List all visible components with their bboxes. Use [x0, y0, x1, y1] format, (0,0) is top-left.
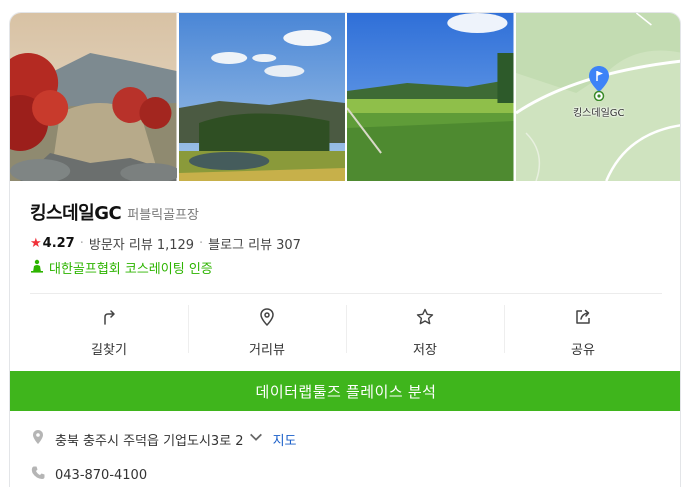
share-label: 공유: [571, 343, 595, 358]
separator-dot: ·: [199, 236, 204, 251]
directions-label: 길찾기: [91, 343, 127, 358]
street-view-label: 거리뷰: [249, 343, 285, 358]
location-map[interactable]: 킹스데일GC: [515, 13, 680, 181]
golfer-icon: [30, 259, 44, 277]
blog-reviews-count: 307: [276, 238, 301, 253]
red-foliage-photo[interactable]: [10, 13, 177, 181]
address-pin-icon: [30, 429, 55, 449]
certification-row[interactable]: 대한골프협회 코스레이팅 인증: [30, 258, 213, 277]
rating-row: ★ 4.27 · 방문자 리뷰 1,129 · 블로그 리뷰 307: [30, 234, 301, 253]
fairway-photo[interactable]: [347, 13, 514, 181]
star-icon: ★: [30, 236, 42, 251]
chevron-down-icon[interactable]: [244, 429, 273, 449]
action-bar: 길찾기 거리뷰 저장 공유: [30, 295, 662, 367]
directions-button[interactable]: 길찾기: [30, 295, 188, 367]
blog-reviews-link[interactable]: 블로그 리뷰 307: [208, 234, 301, 253]
place-category: 퍼블릭골프장: [127, 208, 199, 223]
share-button[interactable]: 공유: [504, 295, 662, 367]
location-pin-icon: [257, 307, 277, 331]
address-text[interactable]: 충북 충주시 주덕읍 기업도시3로 2: [55, 430, 244, 449]
star-outline-icon: [415, 307, 435, 331]
place-card: 킹스데일GC 킹스데일GC 퍼블릭골프장 ★ 4.27 · 방문자 리뷰 1,12…: [9, 12, 681, 487]
visitor-reviews-link[interactable]: 방문자 리뷰 1,129: [89, 234, 194, 253]
separator-dot: ·: [79, 236, 84, 251]
phone-icon: [30, 465, 55, 485]
save-button[interactable]: 저장: [346, 295, 504, 367]
map-place-label: 킹스데일GC: [572, 108, 625, 119]
lake-hill-photo[interactable]: [178, 13, 345, 181]
place-name[interactable]: 킹스데일GC: [30, 199, 122, 225]
certification-text: 대한골프협회 코스레이팅 인증: [49, 262, 213, 277]
address-row: 충북 충주시 주덕읍 기업도시3로 2 지도: [30, 429, 296, 449]
visitor-reviews-label: 방문자 리뷰: [88, 238, 153, 253]
directions-icon: [99, 307, 119, 331]
title-row: 킹스데일GC 퍼블릭골프장: [30, 199, 199, 225]
place-analysis-button[interactable]: 데이터랩툴즈 플레이스 분석: [10, 371, 680, 411]
map-link[interactable]: 지도: [273, 430, 297, 449]
rating-score: 4.27: [42, 236, 75, 251]
visitor-reviews-count: 1,129: [156, 238, 195, 253]
phone-number[interactable]: 043-870-4100: [55, 468, 147, 483]
map-pin-icon: [588, 65, 610, 101]
phone-row: 043-870-4100: [30, 465, 147, 485]
photo-strip: 킹스데일GC: [10, 13, 680, 181]
divider: [30, 293, 662, 294]
share-icon: [573, 307, 593, 331]
save-label: 저장: [413, 343, 437, 358]
blog-reviews-label: 블로그 리뷰: [208, 238, 273, 253]
street-view-button[interactable]: 거리뷰: [188, 295, 346, 367]
